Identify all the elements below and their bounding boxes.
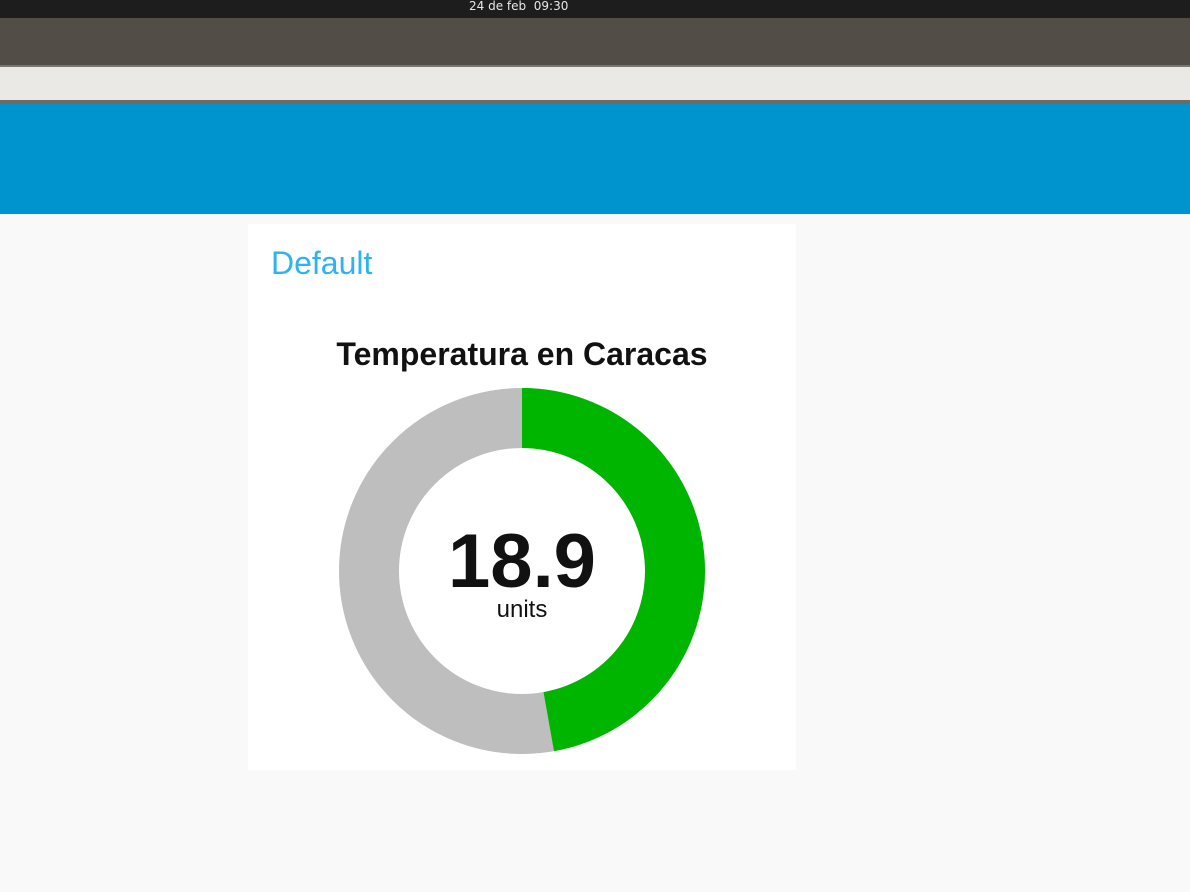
system-top-bar: 24 de feb 09:30 [0, 0, 1190, 18]
dashboard-group-card: Default Temperatura en Caracas 18.9 unit… [248, 224, 796, 770]
system-clock[interactable]: 24 de feb 09:30 [469, 0, 568, 12]
dashboard-header [0, 104, 1190, 214]
browser-toolbar [0, 67, 1190, 104]
browser-title-bar [0, 18, 1190, 67]
gauge-units: units [496, 596, 548, 623]
group-title: Default [271, 245, 373, 281]
gauge-title: Temperatura en Caracas [336, 336, 708, 372]
gauge-value: 18.9 [448, 519, 596, 604]
donut-gauge: 18.9 units [337, 386, 707, 756]
